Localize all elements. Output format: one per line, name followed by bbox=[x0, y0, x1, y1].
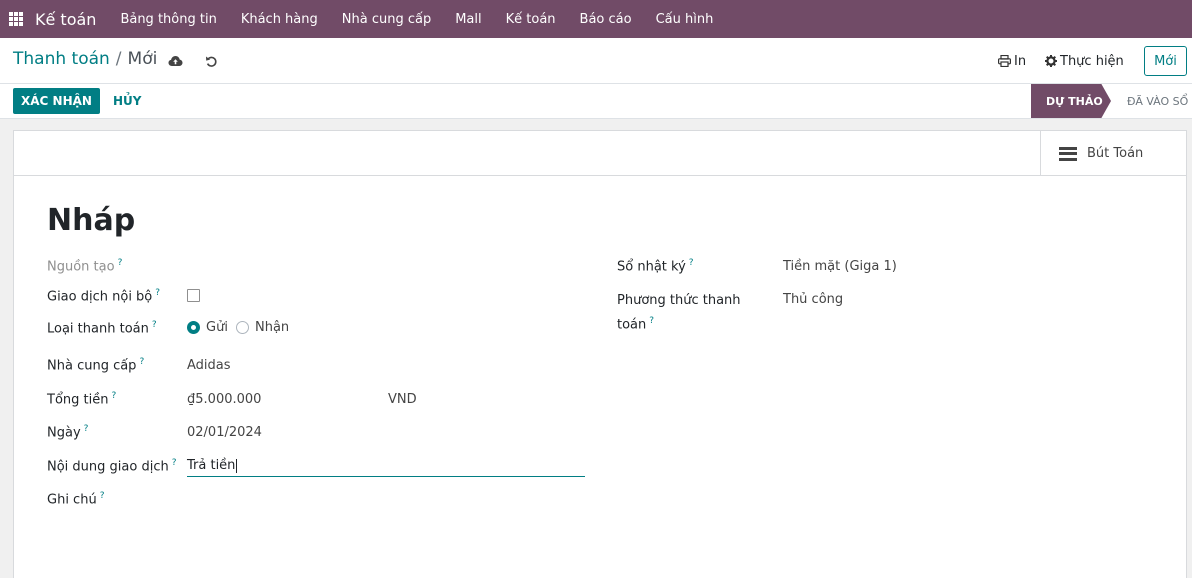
amount-label: Tổng tiền? bbox=[47, 391, 117, 408]
journal-field[interactable]: Tiền mặt (Giga 1) bbox=[783, 259, 897, 274]
source-label: Nguồn tạo? bbox=[47, 258, 123, 275]
payment-type-receive-label[interactable]: Nhận bbox=[255, 320, 289, 335]
payment-type-label: Loại thanh toán? bbox=[47, 320, 157, 337]
breadcrumb-separator: / bbox=[115, 49, 122, 69]
confirm-button[interactable]: XÁC NHẬN bbox=[13, 88, 100, 114]
payment-method-field[interactable]: Thủ công bbox=[783, 292, 843, 307]
print-label: In bbox=[1014, 53, 1027, 69]
date-label: Ngày? bbox=[47, 424, 89, 441]
vendor-field[interactable]: Adidas bbox=[187, 358, 231, 373]
cancel-button[interactable]: HỦY bbox=[113, 88, 141, 114]
top-navbar: Kế toán Bảng thông tin Khách hàng Nhà cu… bbox=[0, 0, 1192, 38]
help-icon[interactable]: ? bbox=[84, 424, 89, 434]
nav-item-customers[interactable]: Khách hàng bbox=[229, 0, 330, 38]
help-icon[interactable]: ? bbox=[152, 320, 157, 330]
memo-input[interactable]: Trả tiền bbox=[187, 458, 238, 473]
currency-field[interactable]: VND bbox=[388, 392, 417, 407]
print-button[interactable]: In bbox=[998, 38, 1026, 84]
stage-draft[interactable]: DỰ THẢO bbox=[1031, 84, 1111, 118]
discard-undo-icon[interactable] bbox=[203, 53, 219, 69]
amount-field[interactable]: ₫5.000.000 bbox=[187, 392, 261, 407]
help-icon[interactable]: ? bbox=[689, 258, 694, 268]
note-label: Ghi chú? bbox=[47, 491, 105, 508]
breadcrumb-current: Mới bbox=[127, 49, 158, 69]
smart-button-label: Bút Toán bbox=[1087, 146, 1144, 161]
help-icon[interactable]: ? bbox=[111, 391, 116, 401]
cloud-upload-icon[interactable] bbox=[167, 53, 183, 69]
help-icon[interactable]: ? bbox=[649, 316, 654, 326]
help-icon[interactable]: ? bbox=[100, 491, 105, 501]
stage-posted[interactable]: ĐÃ VÀO SỔ bbox=[1127, 84, 1188, 118]
gear-icon bbox=[1045, 55, 1057, 67]
nav-item-dashboard[interactable]: Bảng thông tin bbox=[108, 0, 228, 38]
action-menu-button[interactable]: Thực hiện bbox=[1045, 38, 1124, 84]
record-title: Nháp bbox=[47, 203, 136, 238]
memo-label: Nội dung giao dịch? bbox=[47, 458, 177, 475]
date-field[interactable]: 02/01/2024 bbox=[187, 425, 262, 440]
help-icon[interactable]: ? bbox=[139, 357, 144, 367]
internal-transfer-label: Giao dịch nội bộ? bbox=[47, 288, 161, 305]
control-panel: Thanh toán / Mới In Thực hiện Mới bbox=[0, 38, 1192, 84]
nav-item-reports[interactable]: Báo cáo bbox=[568, 0, 644, 38]
nav-item-vendors[interactable]: Nhà cung cấp bbox=[330, 0, 443, 38]
status-row: XÁC NHẬN HỦY DỰ THẢO ĐÃ VÀO SỔ bbox=[0, 84, 1192, 119]
journal-label: Sổ nhật ký? bbox=[617, 258, 694, 275]
help-icon[interactable]: ? bbox=[155, 288, 160, 298]
vendor-label: Nhà cung cấp? bbox=[47, 357, 145, 374]
payment-type-send-radio[interactable] bbox=[187, 321, 200, 334]
payment-method-label: Phương thức thanh toán? bbox=[617, 293, 741, 333]
nav-item-configuration[interactable]: Cấu hình bbox=[644, 0, 726, 38]
form-sheet: Bút Toán Nháp Nguồn tạo? Giao dịch nội b… bbox=[13, 130, 1187, 578]
app-brand[interactable]: Kế toán bbox=[35, 10, 96, 29]
journal-entry-smart-button[interactable]: Bút Toán bbox=[1040, 131, 1186, 176]
apps-menu-icon[interactable] bbox=[9, 12, 23, 26]
nav-item-accounting[interactable]: Kế toán bbox=[494, 0, 568, 38]
button-box: Bút Toán bbox=[14, 131, 1186, 176]
help-icon[interactable]: ? bbox=[118, 258, 123, 268]
breadcrumb-parent[interactable]: Thanh toán bbox=[13, 49, 110, 69]
memo-input-underline bbox=[187, 476, 585, 477]
breadcrumb: Thanh toán / Mới bbox=[13, 49, 157, 69]
payment-type-receive-radio[interactable] bbox=[236, 321, 249, 334]
internal-transfer-checkbox[interactable] bbox=[187, 289, 200, 302]
bars-icon bbox=[1059, 146, 1077, 161]
payment-type-send-label[interactable]: Gửi bbox=[206, 320, 228, 335]
action-label: Thực hiện bbox=[1060, 53, 1124, 69]
new-button[interactable]: Mới bbox=[1144, 46, 1187, 76]
printer-icon bbox=[998, 55, 1011, 67]
nav-item-mall[interactable]: Mall bbox=[443, 0, 493, 38]
help-icon[interactable]: ? bbox=[172, 458, 177, 468]
